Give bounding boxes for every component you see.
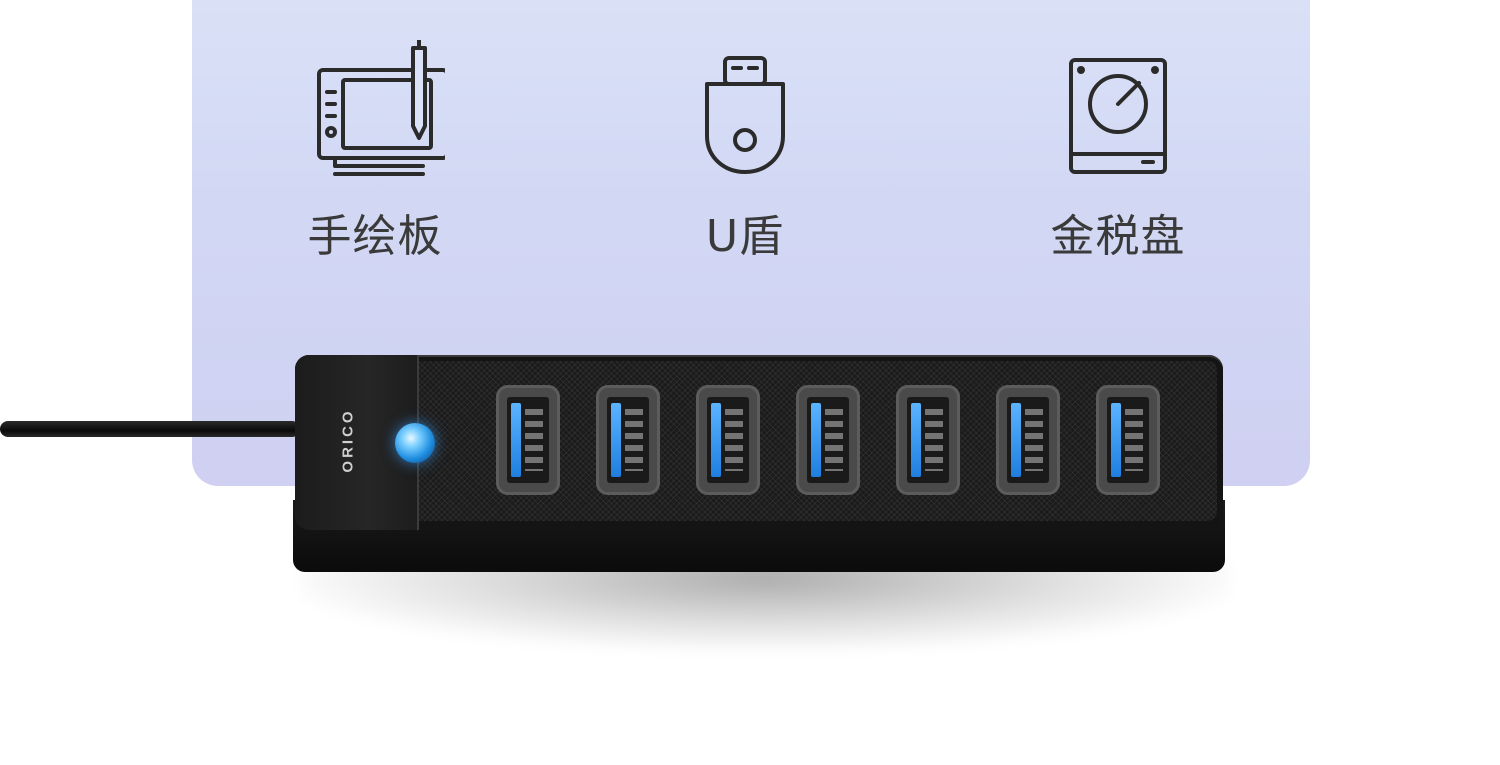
usb-port-tongue (1111, 403, 1121, 477)
usb-port-tongue (811, 403, 821, 477)
feature-tax-disk: 金税盘 (998, 30, 1238, 264)
hub-shadow (300, 560, 1230, 650)
feature-label: 金税盘 (1050, 211, 1186, 262)
feature-label: U盾 (705, 211, 785, 262)
usb-port-slot (807, 397, 849, 483)
usb-port (696, 385, 760, 495)
usb-cable (0, 421, 300, 437)
feature-usb-key: U盾 (625, 30, 865, 264)
usb-port-pins (825, 409, 843, 471)
usb-port (796, 385, 860, 495)
usb-port-slot (907, 397, 949, 483)
usb-key-icon (705, 56, 785, 174)
usb-port-pins (1125, 409, 1143, 471)
power-led-icon (395, 423, 435, 463)
drawing-tablet-icon (317, 40, 445, 176)
brand-text: ORICO (339, 407, 357, 473)
tax-disk-icon (1069, 58, 1167, 174)
usb-port-tongue (611, 403, 621, 477)
usb-port-slot (1107, 397, 1149, 483)
usb-port-slot (607, 397, 649, 483)
feature-label: 手绘板 (307, 211, 443, 262)
usb-port (1096, 385, 1160, 495)
usb-port-pins (625, 409, 643, 471)
usb-port-tongue (711, 403, 721, 477)
usb-port-slot (507, 397, 549, 483)
usb-port-pins (1025, 409, 1043, 471)
usb-port-slot (707, 397, 749, 483)
usb-port-pins (725, 409, 743, 471)
usb-port (496, 385, 560, 495)
usb-port (996, 385, 1060, 495)
usb-port-pins (925, 409, 943, 471)
usb-port-tongue (911, 403, 921, 477)
usb-port-tongue (511, 403, 521, 477)
usb-port-slot (1007, 397, 1049, 483)
usb-port-pins (525, 409, 543, 471)
usb-hub: ORICO (295, 355, 1223, 530)
usb-port-tongue (1011, 403, 1021, 477)
brand-logo: ORICO (333, 385, 363, 495)
feature-drawing-tablet: 手绘板 (255, 30, 495, 264)
usb-port (896, 385, 960, 495)
usb-port (596, 385, 660, 495)
